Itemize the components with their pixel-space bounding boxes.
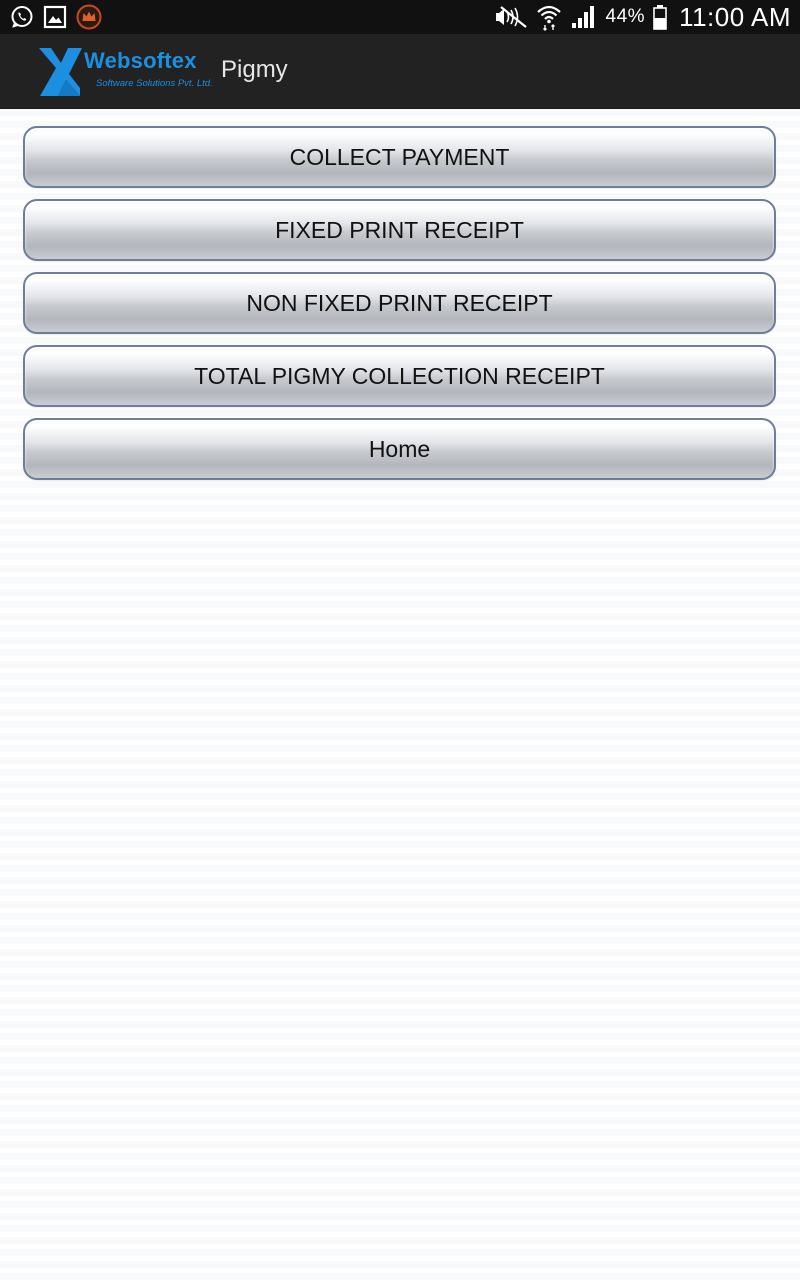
mute-icon (494, 5, 528, 29)
home-button[interactable]: Home (23, 418, 776, 480)
notification-icons (10, 4, 102, 30)
whatsapp-icon (10, 5, 34, 29)
fixed-print-receipt-button[interactable]: FIXED PRINT RECEIPT (23, 199, 776, 261)
logo-name: Websoftex (84, 48, 197, 73)
action-bar: Websoftex Software Solutions Pvt. Ltd. P… (0, 34, 800, 109)
wifi-icon (536, 3, 562, 31)
crown-app-icon (76, 4, 102, 30)
menu-list: COLLECT PAYMENT FIXED PRINT RECEIPT NON … (23, 126, 776, 480)
total-pigmy-collection-receipt-button[interactable]: TOTAL PIGMY COLLECTION RECEIPT (23, 345, 776, 407)
logo-tagline: Software Solutions Pvt. Ltd. (96, 78, 213, 89)
system-icons: 44% 11:00 AM (494, 0, 791, 34)
clock: 11:00 AM (679, 1, 791, 32)
status-bar: 44% 11:00 AM (0, 0, 800, 34)
main-content: COLLECT PAYMENT FIXED PRINT RECEIPT NON … (0, 109, 800, 1280)
app-title: Pigmy (221, 56, 288, 83)
websoftex-logo[interactable]: Websoftex Software Solutions Pvt. Ltd. (36, 45, 213, 99)
signal-icon (570, 5, 598, 29)
non-fixed-print-receipt-button[interactable]: NON FIXED PRINT RECEIPT (23, 272, 776, 334)
collect-payment-button[interactable]: COLLECT PAYMENT (23, 126, 776, 188)
gallery-icon (43, 5, 67, 29)
websoftex-logo-mark-icon (39, 48, 82, 96)
battery-percentage: 44% (605, 6, 646, 27)
battery-icon (653, 4, 667, 30)
